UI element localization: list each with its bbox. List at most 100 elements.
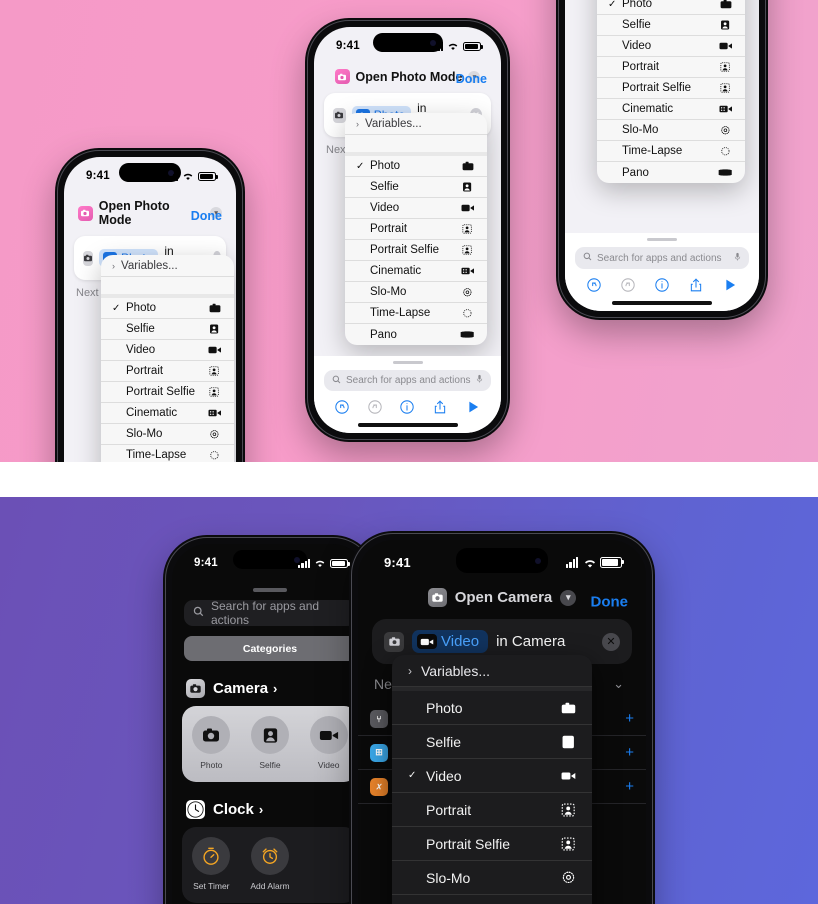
camera-mode-token[interactable]: Video — [412, 630, 489, 653]
wifi-icon — [447, 42, 459, 51]
menu-item-slo-mo[interactable]: Slo-Mo — [392, 861, 592, 895]
wifi-icon — [583, 558, 595, 568]
menu-item-selfie[interactable]: Selfie — [345, 177, 487, 198]
menu-item-video[interactable]: Video — [101, 340, 234, 361]
dynamic-island — [233, 550, 307, 569]
action-tile-photo[interactable]: Photo — [182, 716, 241, 770]
microphone-icon[interactable] — [734, 252, 741, 265]
portrait-selfie-icon — [561, 836, 576, 851]
done-button[interactable]: Done — [591, 593, 629, 610]
sheet-grabber[interactable] — [253, 588, 287, 592]
menu-item-portrait-selfie[interactable]: Portrait Selfie — [345, 240, 487, 261]
menu-item-video[interactable]: Video — [345, 198, 487, 219]
menu-item-label: Photo — [426, 699, 463, 716]
menu-item-time-lapse[interactable]: Time-Lapse — [597, 141, 745, 162]
menu-item-slo-mo[interactable]: Slo-Mo — [101, 424, 234, 445]
menu-list: ✓ Photo Selfie Video Portrait Portrait Selfie… — [597, 0, 745, 183]
clear-x-icon[interactable]: ✕ — [602, 632, 620, 651]
menu-item-portrait-selfie[interactable]: Portrait Selfie — [392, 827, 592, 861]
menu-item-variables[interactable]: › Variables... — [345, 113, 487, 135]
menu-item-selfie[interactable]: Selfie — [392, 725, 592, 759]
menu-item-portrait[interactable]: Portrait — [392, 793, 592, 827]
undo-icon[interactable] — [586, 277, 602, 293]
chevron-right-icon[interactable]: › — [273, 681, 277, 696]
bottom-bar: Search for apps and actions — [314, 355, 501, 433]
share-icon[interactable] — [688, 277, 704, 293]
search-input[interactable]: Search for apps and actions — [324, 370, 491, 391]
menu-item-label: Selfie — [370, 181, 399, 193]
wifi-icon — [182, 172, 194, 181]
menu-item-video[interactable]: Video — [597, 36, 745, 57]
menu-item-slo-mo[interactable]: Slo-Mo — [345, 282, 487, 303]
menu-item-cinematic[interactable]: Cinematic — [345, 261, 487, 282]
menu-item-slo-mo[interactable]: Slo-Mo — [597, 120, 745, 141]
info-icon[interactable] — [654, 277, 670, 293]
done-button[interactable]: Done — [191, 209, 222, 223]
action-tile-set-timer[interactable]: Set Timer — [182, 837, 241, 891]
menu-item-label: Photo — [622, 0, 653, 10]
menu-item-pano[interactable]: Pano — [597, 162, 745, 183]
photo-mode-menu[interactable]: › Variables... ✓PhotoSelfieVideoPortrait… — [101, 255, 234, 462]
menu-item-video[interactable]: ✓ Video — [392, 759, 592, 793]
menu-item-portrait-selfie[interactable]: Portrait Selfie — [101, 382, 234, 403]
photo-mode-menu[interactable]: › Variables... ✓PhotoSelfieVideoPortrait… — [597, 0, 745, 183]
add-action-button[interactable]: + — [625, 744, 634, 761]
share-icon[interactable] — [432, 399, 448, 415]
menu-item-portrait[interactable]: Portrait — [597, 57, 745, 78]
sheet-grabber[interactable] — [647, 237, 677, 241]
add-action-button[interactable]: + — [625, 778, 634, 795]
add-action-button[interactable]: + — [625, 710, 634, 727]
menu-item-label: Selfie — [426, 733, 462, 750]
menu-item-photo[interactable]: ✓ Photo — [597, 0, 745, 15]
person-portrait-icon — [251, 716, 289, 754]
menu-item-cinematic[interactable]: Cinematic — [101, 403, 234, 424]
chevron-down-icon[interactable]: ▾ — [560, 589, 577, 606]
menu-item-time-lapse[interactable]: Time-Lapse — [392, 895, 592, 904]
done-button[interactable]: Done — [456, 72, 487, 86]
menu-item-cinematic[interactable]: Cinematic — [597, 99, 745, 120]
photo-mode-menu[interactable]: › Variables... ✓PhotoSelfieVideoPortrait… — [345, 113, 487, 345]
menu-item-selfie[interactable]: Selfie — [597, 15, 745, 36]
menu-item-label: Pano — [622, 166, 649, 179]
screenshot-stage: 9:41 Open Photo Mode ▾ Done in Next › Va… — [0, 0, 818, 904]
dynamic-island — [456, 548, 548, 573]
chevron-right-icon[interactable]: › — [259, 802, 263, 817]
menu-item-variables[interactable]: › Variables... — [101, 255, 234, 277]
search-input[interactable]: Search for apps and actions — [184, 599, 356, 627]
categories-button[interactable]: Categories — [184, 636, 356, 661]
menu-item-time-lapse[interactable]: Time-Lapse — [101, 445, 234, 462]
chevron-down-icon[interactable]: ⌄ — [613, 676, 624, 692]
menu-item-photo[interactable]: ✓ Photo — [345, 156, 487, 177]
action-tile-label: Selfie — [259, 760, 281, 770]
menu-item-variables[interactable]: › Variables... — [392, 655, 592, 687]
menu-item-time-lapse[interactable]: Time-Lapse — [345, 303, 487, 324]
section-header-camera[interactable]: Camera › — [172, 673, 368, 706]
info-icon[interactable] — [399, 399, 415, 415]
menu-item-portrait[interactable]: Portrait — [101, 361, 234, 382]
sheet-grabber[interactable] — [392, 360, 423, 364]
undo-icon[interactable] — [334, 399, 350, 415]
phone-dark-left-screen: 9:41 Search for apps and actions Categor… — [172, 544, 368, 904]
section-header-clock[interactable]: Clock › — [172, 794, 368, 827]
menu-item-portrait[interactable]: Portrait — [345, 219, 487, 240]
shortcut-title[interactable]: Open Camera ▾ — [427, 588, 577, 607]
menu-item-label: Variables... — [421, 662, 490, 679]
play-icon[interactable] — [465, 399, 481, 415]
phone-right: › Variables... ✓PhotoSelfieVideoPortrait… — [556, 0, 768, 320]
menu-item-portrait-selfie[interactable]: Portrait Selfie — [597, 78, 745, 99]
camera-mode-menu[interactable]: › Variables... Photo Selfie ✓ Video Portrait… — [392, 655, 592, 904]
pano-icon — [718, 166, 733, 179]
math-icon: 𝑥 — [370, 777, 388, 796]
menu-item-selfie[interactable]: Selfie — [101, 319, 234, 340]
chevron-right-icon: › — [356, 118, 359, 129]
microphone-icon[interactable] — [476, 374, 483, 387]
menu-item-label: Photo — [126, 302, 157, 314]
menu-item-photo[interactable]: Photo — [392, 691, 592, 725]
menu-item-pano[interactable]: Pano — [345, 324, 487, 345]
search-input[interactable]: Search for apps and actions — [575, 247, 749, 269]
action-tile-add-alarm[interactable]: Add Alarm — [241, 837, 300, 891]
action-tile-selfie[interactable]: Selfie — [241, 716, 300, 770]
menu-item-photo[interactable]: ✓ Photo — [101, 298, 234, 319]
status-bar: 9:41 — [172, 544, 368, 582]
play-icon[interactable] — [722, 277, 738, 293]
